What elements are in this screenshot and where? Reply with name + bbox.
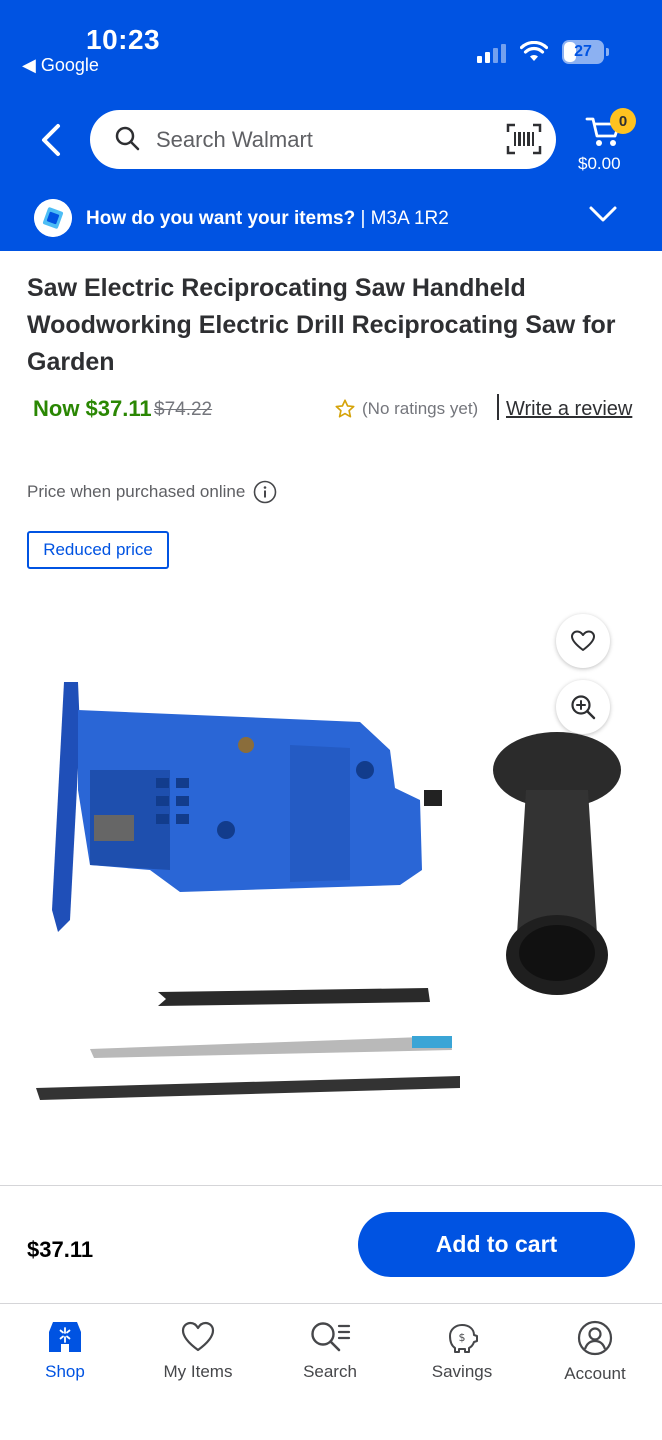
tab-label: Savings [431, 1362, 493, 1381]
cart-count-badge: 0 [610, 108, 636, 134]
tab-label: Account [564, 1364, 626, 1383]
barcode-scan-icon[interactable] [506, 123, 542, 155]
search-input[interactable] [156, 122, 486, 158]
product-title: Saw Electric Reciprocating Saw Handheld … [27, 274, 616, 376]
now-price: Now $37.11 [33, 396, 152, 421]
online-note-text: Price when purchased online [27, 482, 246, 501]
status-icons: 27 [477, 40, 609, 64]
tab-shop[interactable]: Shop [5, 1320, 125, 1400]
svg-text:$: $ [459, 1331, 466, 1344]
saw-blades-image [36, 988, 460, 1100]
info-icon[interactable] [253, 480, 277, 504]
wifi-icon [520, 41, 548, 61]
star-icon [335, 399, 355, 418]
status-time: 10:23 [86, 24, 161, 55]
tab-label: Search [303, 1362, 357, 1381]
price-row: Now $37.11 $74.22 (No ratings yet) Write… [33, 394, 643, 426]
cart-total: $0.00 [578, 154, 621, 173]
delivery-selector[interactable]: How do you want your items? | M3A 1R2 [0, 194, 662, 246]
side-handle-image [493, 732, 621, 995]
cart-button[interactable]: 0 $0.00 [574, 108, 636, 178]
divider [497, 394, 499, 420]
tab-account[interactable]: Account [535, 1320, 655, 1400]
saw-body-image [52, 682, 442, 932]
heart-icon [181, 1321, 215, 1352]
battery-level: 27 [574, 43, 592, 60]
back-to-app-link[interactable]: ◀ Google [22, 55, 99, 76]
delivery-question: How do you want your items? [86, 208, 356, 229]
tab-savings[interactable]: $ Savings [402, 1320, 522, 1400]
tab-search[interactable]: Search [270, 1320, 390, 1400]
online-price-note: Price when purchased online [27, 480, 277, 504]
write-review-link[interactable]: Write a review [506, 398, 632, 421]
bottom-price: $37.11 [27, 1237, 94, 1262]
product-image[interactable] [30, 670, 630, 1110]
rating-text: (No ratings yet) [362, 399, 479, 418]
search-icon [311, 1322, 351, 1352]
tab-label: My Items [163, 1362, 233, 1381]
shop-icon [49, 1322, 81, 1352]
search-icon [115, 126, 140, 151]
back-arrow-icon[interactable] [36, 120, 68, 160]
header: 10:23 ◀ Google 27 Search Walmart 0 $0.00… [0, 0, 662, 251]
chevron-down-icon[interactable] [588, 199, 618, 229]
delivery-icon [34, 199, 72, 237]
search-bar[interactable] [90, 110, 556, 169]
delivery-location: | M3A 1R2 [355, 208, 449, 229]
signal-icon [477, 41, 506, 63]
account-icon [577, 1320, 613, 1356]
reduced-price-tag: Reduced price [27, 531, 169, 569]
bottom-purchase-bar: $37.11 Add to cart [0, 1185, 662, 1303]
tab-label: Shop [45, 1362, 85, 1381]
tab-bar: Shop My Items Search $ Savings Account [0, 1303, 662, 1440]
rating: (No ratings yet) [334, 398, 478, 420]
favorite-button[interactable] [556, 614, 610, 668]
add-to-cart-button[interactable]: Add to cart [358, 1212, 635, 1277]
heart-icon [571, 630, 595, 651]
delivery-text: How do you want your items? | M3A 1R2 [86, 208, 449, 230]
battery-icon: 27 [562, 40, 609, 64]
tab-my-items[interactable]: My Items [138, 1320, 258, 1400]
savings-icon: $ [449, 1324, 478, 1353]
was-price: $74.22 [154, 399, 213, 420]
